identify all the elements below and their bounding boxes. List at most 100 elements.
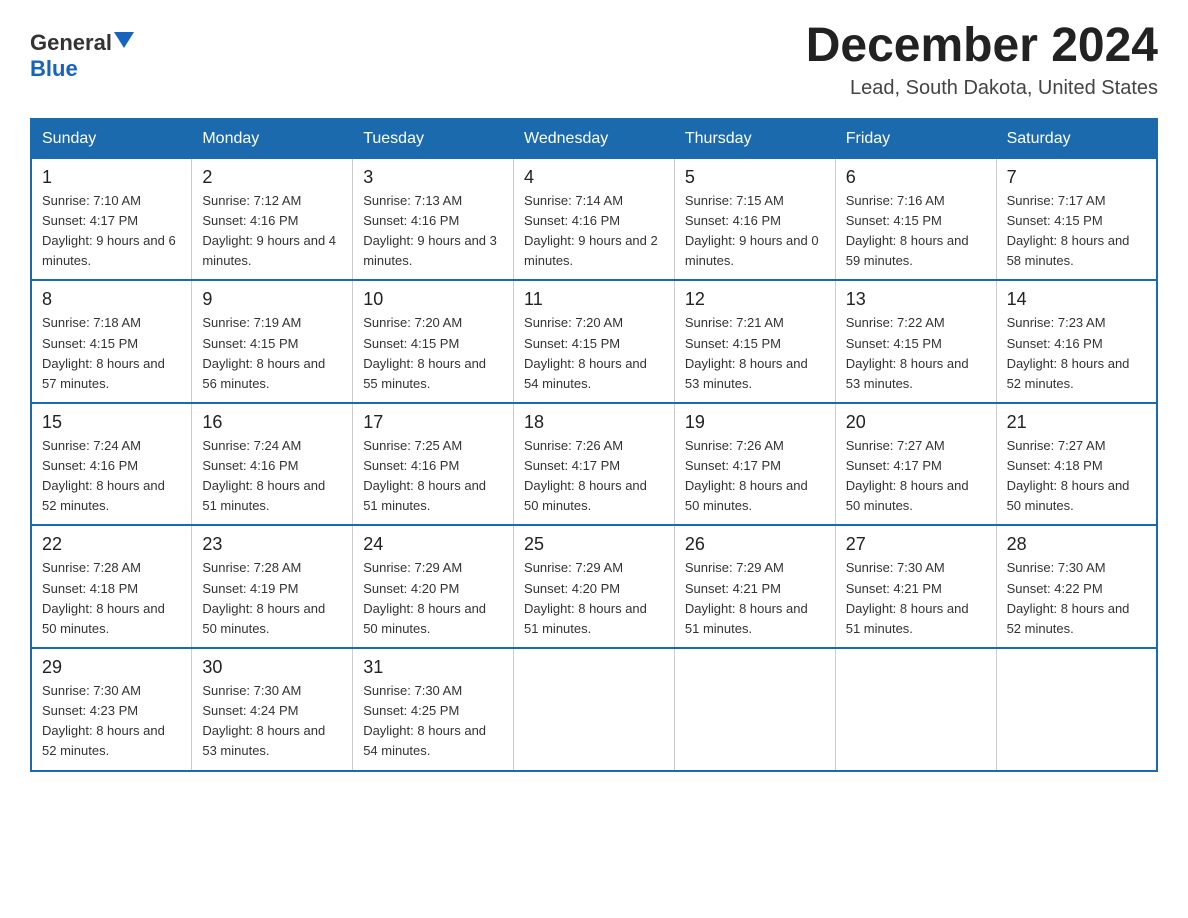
calendar-cell: 16 Sunrise: 7:24 AMSunset: 4:16 PMDaylig… xyxy=(192,403,353,526)
calendar-cell: 2 Sunrise: 7:12 AMSunset: 4:16 PMDayligh… xyxy=(192,158,353,280)
day-info: Sunrise: 7:29 AMSunset: 4:20 PMDaylight:… xyxy=(363,560,486,635)
day-number: 6 xyxy=(846,167,986,188)
day-number: 26 xyxy=(685,534,825,555)
day-info: Sunrise: 7:13 AMSunset: 4:16 PMDaylight:… xyxy=(363,193,497,268)
day-info: Sunrise: 7:18 AMSunset: 4:15 PMDaylight:… xyxy=(42,315,165,390)
calendar-cell xyxy=(835,648,996,771)
day-number: 14 xyxy=(1007,289,1146,310)
day-info: Sunrise: 7:26 AMSunset: 4:17 PMDaylight:… xyxy=(685,438,808,513)
day-number: 5 xyxy=(685,167,825,188)
day-info: Sunrise: 7:15 AMSunset: 4:16 PMDaylight:… xyxy=(685,193,819,268)
day-number: 28 xyxy=(1007,534,1146,555)
calendar-cell: 13 Sunrise: 7:22 AMSunset: 4:15 PMDaylig… xyxy=(835,280,996,403)
calendar-cell: 20 Sunrise: 7:27 AMSunset: 4:17 PMDaylig… xyxy=(835,403,996,526)
day-info: Sunrise: 7:30 AMSunset: 4:23 PMDaylight:… xyxy=(42,683,165,758)
day-number: 17 xyxy=(363,412,503,433)
week-row-2: 8 Sunrise: 7:18 AMSunset: 4:15 PMDayligh… xyxy=(31,280,1157,403)
page-header: General Blue December 2024 Lead, South D… xyxy=(30,20,1158,100)
day-number: 22 xyxy=(42,534,181,555)
day-info: Sunrise: 7:30 AMSunset: 4:22 PMDaylight:… xyxy=(1007,560,1130,635)
day-info: Sunrise: 7:14 AMSunset: 4:16 PMDaylight:… xyxy=(524,193,658,268)
calendar-cell: 17 Sunrise: 7:25 AMSunset: 4:16 PMDaylig… xyxy=(353,403,514,526)
day-number: 18 xyxy=(524,412,664,433)
week-row-1: 1 Sunrise: 7:10 AMSunset: 4:17 PMDayligh… xyxy=(31,158,1157,280)
day-number: 30 xyxy=(202,657,342,678)
day-info: Sunrise: 7:12 AMSunset: 4:16 PMDaylight:… xyxy=(202,193,336,268)
day-info: Sunrise: 7:16 AMSunset: 4:15 PMDaylight:… xyxy=(846,193,969,268)
calendar-cell: 31 Sunrise: 7:30 AMSunset: 4:25 PMDaylig… xyxy=(353,648,514,771)
day-info: Sunrise: 7:24 AMSunset: 4:16 PMDaylight:… xyxy=(202,438,325,513)
calendar-cell: 5 Sunrise: 7:15 AMSunset: 4:16 PMDayligh… xyxy=(674,158,835,280)
day-number: 12 xyxy=(685,289,825,310)
calendar-cell: 26 Sunrise: 7:29 AMSunset: 4:21 PMDaylig… xyxy=(674,525,835,648)
calendar-cell: 24 Sunrise: 7:29 AMSunset: 4:20 PMDaylig… xyxy=(353,525,514,648)
day-number: 3 xyxy=(363,167,503,188)
calendar-table: SundayMondayTuesdayWednesdayThursdayFrid… xyxy=(30,118,1158,772)
calendar-cell: 10 Sunrise: 7:20 AMSunset: 4:15 PMDaylig… xyxy=(353,280,514,403)
calendar-cell xyxy=(996,648,1157,771)
day-number: 19 xyxy=(685,412,825,433)
title-block: December 2024 Lead, South Dakota, United… xyxy=(806,20,1158,100)
calendar-cell xyxy=(674,648,835,771)
calendar-cell: 15 Sunrise: 7:24 AMSunset: 4:16 PMDaylig… xyxy=(31,403,192,526)
calendar-cell xyxy=(514,648,675,771)
calendar-cell: 14 Sunrise: 7:23 AMSunset: 4:16 PMDaylig… xyxy=(996,280,1157,403)
day-number: 9 xyxy=(202,289,342,310)
day-info: Sunrise: 7:22 AMSunset: 4:15 PMDaylight:… xyxy=(846,315,969,390)
day-header-thursday: Thursday xyxy=(674,119,835,159)
calendar-header-row: SundayMondayTuesdayWednesdayThursdayFrid… xyxy=(31,119,1157,159)
logo-blue: Blue xyxy=(30,56,78,82)
day-header-monday: Monday xyxy=(192,119,353,159)
day-header-saturday: Saturday xyxy=(996,119,1157,159)
calendar-cell: 12 Sunrise: 7:21 AMSunset: 4:15 PMDaylig… xyxy=(674,280,835,403)
calendar-cell: 18 Sunrise: 7:26 AMSunset: 4:17 PMDaylig… xyxy=(514,403,675,526)
day-info: Sunrise: 7:28 AMSunset: 4:19 PMDaylight:… xyxy=(202,560,325,635)
day-info: Sunrise: 7:20 AMSunset: 4:15 PMDaylight:… xyxy=(524,315,647,390)
day-number: 16 xyxy=(202,412,342,433)
day-number: 27 xyxy=(846,534,986,555)
day-info: Sunrise: 7:26 AMSunset: 4:17 PMDaylight:… xyxy=(524,438,647,513)
day-number: 20 xyxy=(846,412,986,433)
day-info: Sunrise: 7:29 AMSunset: 4:20 PMDaylight:… xyxy=(524,560,647,635)
day-header-friday: Friday xyxy=(835,119,996,159)
day-number: 13 xyxy=(846,289,986,310)
logo-triangle-icon xyxy=(114,32,134,48)
calendar-title: December 2024 xyxy=(806,20,1158,73)
day-info: Sunrise: 7:17 AMSunset: 4:15 PMDaylight:… xyxy=(1007,193,1130,268)
day-number: 11 xyxy=(524,289,664,310)
day-info: Sunrise: 7:10 AMSunset: 4:17 PMDaylight:… xyxy=(42,193,176,268)
calendar-cell: 30 Sunrise: 7:30 AMSunset: 4:24 PMDaylig… xyxy=(192,648,353,771)
week-row-5: 29 Sunrise: 7:30 AMSunset: 4:23 PMDaylig… xyxy=(31,648,1157,771)
day-info: Sunrise: 7:25 AMSunset: 4:16 PMDaylight:… xyxy=(363,438,486,513)
calendar-cell: 27 Sunrise: 7:30 AMSunset: 4:21 PMDaylig… xyxy=(835,525,996,648)
day-info: Sunrise: 7:19 AMSunset: 4:15 PMDaylight:… xyxy=(202,315,325,390)
calendar-cell: 23 Sunrise: 7:28 AMSunset: 4:19 PMDaylig… xyxy=(192,525,353,648)
day-info: Sunrise: 7:23 AMSunset: 4:16 PMDaylight:… xyxy=(1007,315,1130,390)
calendar-cell: 1 Sunrise: 7:10 AMSunset: 4:17 PMDayligh… xyxy=(31,158,192,280)
day-number: 31 xyxy=(363,657,503,678)
calendar-subtitle: Lead, South Dakota, United States xyxy=(806,77,1158,100)
day-header-sunday: Sunday xyxy=(31,119,192,159)
day-header-tuesday: Tuesday xyxy=(353,119,514,159)
day-number: 10 xyxy=(363,289,503,310)
day-info: Sunrise: 7:30 AMSunset: 4:25 PMDaylight:… xyxy=(363,683,486,758)
calendar-cell: 29 Sunrise: 7:30 AMSunset: 4:23 PMDaylig… xyxy=(31,648,192,771)
calendar-cell: 6 Sunrise: 7:16 AMSunset: 4:15 PMDayligh… xyxy=(835,158,996,280)
week-row-4: 22 Sunrise: 7:28 AMSunset: 4:18 PMDaylig… xyxy=(31,525,1157,648)
calendar-cell: 22 Sunrise: 7:28 AMSunset: 4:18 PMDaylig… xyxy=(31,525,192,648)
calendar-cell: 8 Sunrise: 7:18 AMSunset: 4:15 PMDayligh… xyxy=(31,280,192,403)
day-info: Sunrise: 7:21 AMSunset: 4:15 PMDaylight:… xyxy=(685,315,808,390)
day-info: Sunrise: 7:29 AMSunset: 4:21 PMDaylight:… xyxy=(685,560,808,635)
day-number: 23 xyxy=(202,534,342,555)
calendar-cell: 21 Sunrise: 7:27 AMSunset: 4:18 PMDaylig… xyxy=(996,403,1157,526)
day-info: Sunrise: 7:30 AMSunset: 4:21 PMDaylight:… xyxy=(846,560,969,635)
logo-general: General xyxy=(30,30,112,56)
calendar-cell: 7 Sunrise: 7:17 AMSunset: 4:15 PMDayligh… xyxy=(996,158,1157,280)
day-info: Sunrise: 7:24 AMSunset: 4:16 PMDaylight:… xyxy=(42,438,165,513)
day-info: Sunrise: 7:28 AMSunset: 4:18 PMDaylight:… xyxy=(42,560,165,635)
logo: General Blue xyxy=(30,30,134,82)
day-number: 15 xyxy=(42,412,181,433)
day-number: 7 xyxy=(1007,167,1146,188)
day-info: Sunrise: 7:20 AMSunset: 4:15 PMDaylight:… xyxy=(363,315,486,390)
day-info: Sunrise: 7:27 AMSunset: 4:17 PMDaylight:… xyxy=(846,438,969,513)
